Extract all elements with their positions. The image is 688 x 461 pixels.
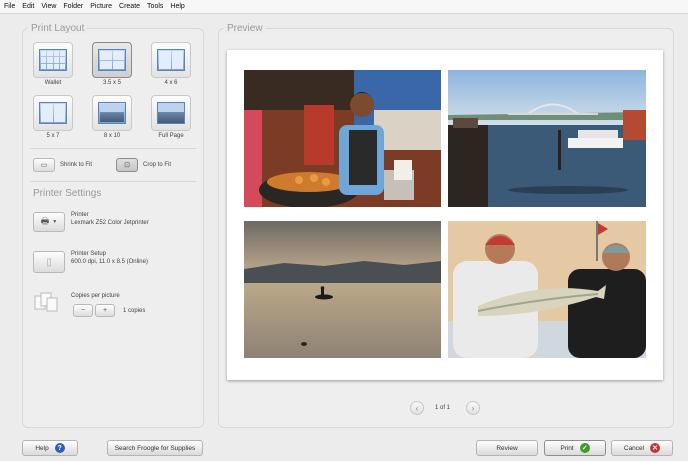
layout-8x10-button[interactable] — [92, 95, 132, 131]
print-preview-page — [227, 50, 663, 380]
menu-view[interactable]: View — [41, 3, 56, 10]
layout-3x5-label: 3.5 x 5 — [102, 80, 121, 86]
layout-5x7-label: 5 x 7 — [46, 133, 60, 139]
printer-label: Printer — [71, 212, 89, 218]
next-page-button[interactable]: › — [466, 401, 480, 415]
divider — [30, 181, 196, 182]
crop-icon: ⊡ — [124, 162, 130, 169]
layout-wallet-label: Wallet — [44, 80, 62, 86]
shrink-icon: ▭ — [40, 162, 48, 169]
review-button-label: Review — [496, 444, 518, 452]
help-button[interactable]: Help ? — [22, 440, 78, 456]
crop-to-fit-label: Crop to Fit — [143, 162, 172, 168]
menu-tools[interactable]: Tools — [147, 3, 163, 10]
harbor-bridge-photo[interactable] — [448, 70, 646, 207]
full-page-layout-icon — [157, 102, 185, 124]
layout-full-page-button[interactable] — [151, 95, 191, 131]
layout-8x10-label: 8 x 10 — [103, 133, 121, 139]
menu-file[interactable]: File — [4, 3, 15, 10]
preview-title: Preview — [224, 23, 266, 34]
page-indicator: 1 of 1 — [435, 405, 451, 411]
cancel-button-label: Cancel — [623, 444, 645, 452]
copies-value: 1 copies — [123, 308, 146, 314]
copies-increment-button[interactable]: + — [95, 304, 115, 317]
copies-decrement-button[interactable]: − — [73, 304, 93, 317]
layout-3x5-button[interactable] — [92, 42, 132, 78]
crop-to-fit-button[interactable]: ⊡ — [116, 158, 138, 172]
layout-5x7-button[interactable] — [33, 95, 73, 131]
page-setup-icon: ▯ — [46, 256, 52, 268]
menu-help[interactable]: Help — [170, 3, 184, 10]
help-icon: ? — [54, 443, 65, 453]
shrink-to-fit-label: Shrink to Fit — [60, 162, 93, 168]
lake-sunset-fisherman-photo[interactable] — [244, 221, 441, 358]
printer-name: Lexmark Z52 Color Jetprinter — [71, 220, 149, 226]
checkmark-icon: ✓ — [579, 443, 590, 453]
copies-label: Copies per picture — [71, 293, 120, 299]
menu-picture[interactable]: Picture — [90, 3, 112, 10]
layout-4x6-button[interactable] — [151, 42, 191, 78]
layout-wallet-button[interactable] — [33, 42, 73, 78]
printer-setup-button[interactable]: ▯ — [33, 251, 65, 273]
search-froogle-button[interactable]: Search Froogle for Supplies — [107, 440, 203, 456]
printer-icon: 🖶 — [40, 216, 50, 226]
copies-icon — [33, 290, 59, 314]
layout-4x6-label: 4 x 6 — [164, 80, 178, 86]
search-froogle-label: Search Froogle for Supplies — [114, 444, 196, 452]
printer-setup-label: Printer Setup — [71, 251, 107, 257]
menu-edit[interactable]: Edit — [22, 3, 34, 10]
two-fishermen-photo[interactable] — [448, 221, 646, 358]
divider — [30, 148, 196, 149]
4x6-layout-icon — [157, 49, 185, 71]
market-vendor-photo[interactable] — [244, 70, 441, 207]
cancel-icon: ✕ — [650, 443, 661, 453]
8x10-layout-icon — [98, 102, 126, 124]
review-button[interactable]: Review — [476, 440, 538, 456]
menu-bar: File Edit View Folder Picture Create Too… — [0, 0, 688, 14]
print-button-label: Print — [560, 444, 574, 452]
cancel-button[interactable]: Cancel ✕ — [611, 440, 673, 456]
printer-select-button[interactable]: 🖶 ▼ — [33, 212, 65, 232]
menu-folder[interactable]: Folder — [63, 3, 83, 10]
previous-page-button[interactable]: ‹ — [410, 401, 424, 415]
menu-create[interactable]: Create — [119, 3, 140, 10]
print-layout-title: Print Layout — [28, 23, 88, 34]
shrink-to-fit-button[interactable]: ▭ — [33, 158, 55, 172]
help-button-label: Help — [35, 444, 49, 452]
chevron-left-icon: ‹ — [415, 403, 419, 413]
print-button[interactable]: Print ✓ — [544, 440, 606, 456]
printer-setup-value: 600.0 dpi, 11.0 x 8.5 (Online) — [71, 259, 148, 265]
5x7-layout-icon — [39, 102, 67, 124]
layout-full-page-label: Full Page — [158, 133, 184, 139]
3x5-layout-icon — [98, 49, 126, 71]
dropdown-arrow-icon: ▼ — [52, 219, 58, 225]
chevron-right-icon: › — [471, 403, 475, 413]
wallet-layout-icon — [39, 49, 67, 71]
printer-settings-heading: Printer Settings — [33, 188, 102, 199]
